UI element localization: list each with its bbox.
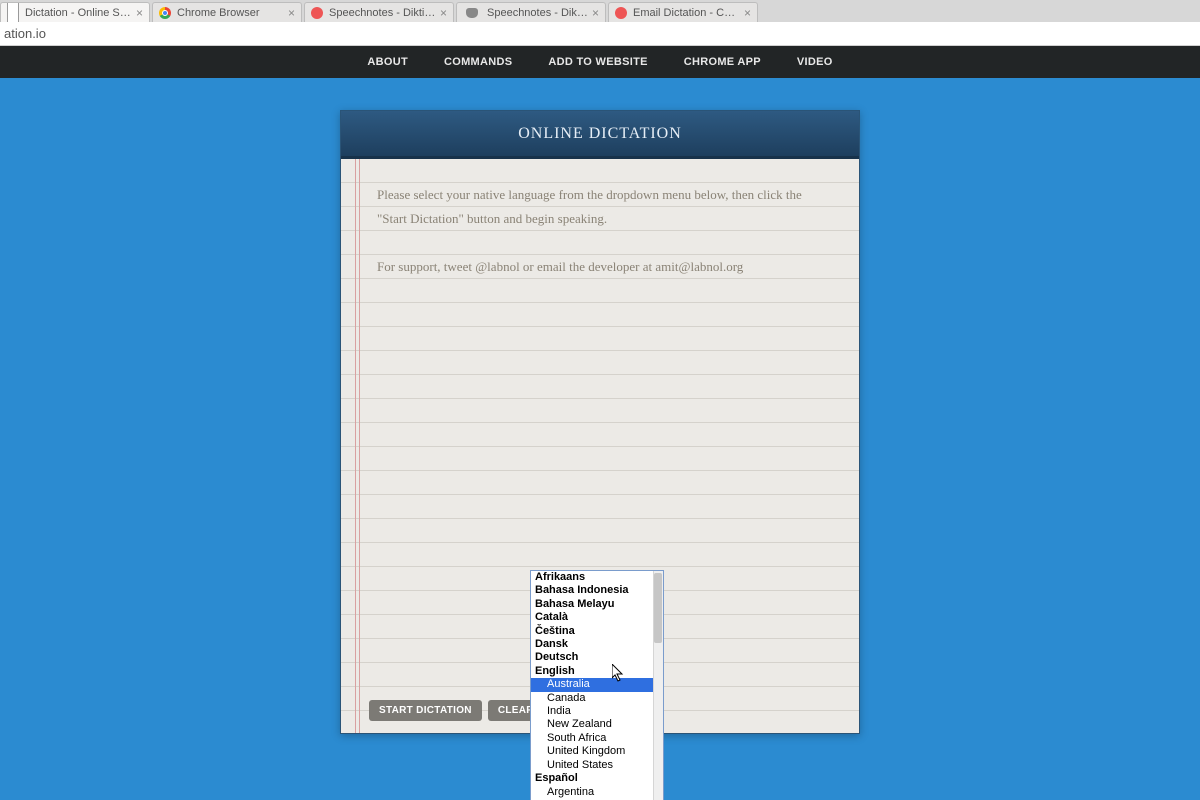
scrollbar-thumb[interactable] [654,573,662,643]
language-option[interactable]: New Zealand [531,718,653,731]
language-option-group[interactable]: Bahasa Melayu [531,598,653,611]
url-fragment: ation.io [4,26,46,41]
support-text: For support, tweet @labnol or email the … [377,255,831,279]
language-option-group[interactable]: Català [531,611,653,624]
listbox-scrollbar[interactable] [653,571,663,800]
language-option[interactable]: United Kingdom [531,745,653,758]
address-bar[interactable]: ation.io [0,22,1200,46]
browser-tab[interactable]: Email Dictation - Chrome× [608,2,758,22]
nav-link-chrome-app[interactable]: CHROME APP [684,56,761,68]
close-icon[interactable]: × [740,6,751,20]
instruction-text: Please select your native language from … [377,183,831,231]
tab-title: Speechnotes - Diktier-No [329,7,436,19]
card-title: ONLINE DICTATION [341,111,859,159]
language-option[interactable]: Australia [531,678,653,691]
nav-link-about[interactable]: ABOUT [367,56,408,68]
tab-title: Dictation - Online Speech [25,7,132,19]
close-icon[interactable]: × [588,6,599,20]
nav-link-add-to-website[interactable]: ADD TO WEBSITE [548,56,647,68]
language-option-group[interactable]: Español [531,772,653,785]
reddot-favicon-icon [311,7,323,19]
language-option[interactable]: India [531,705,653,718]
language-dropdown[interactable]: AfrikaansBahasa IndonesiaBahasa MelayuCa… [530,570,664,800]
browser-tab[interactable]: Speechnotes - Diktier-No× [456,2,606,22]
top-nav: ABOUT COMMANDS ADD TO WEBSITE CHROME APP VID… [0,46,1200,78]
reddot-favicon-icon [615,7,627,19]
language-listbox[interactable]: AfrikaansBahasa IndonesiaBahasa MelayuCa… [530,570,664,800]
language-option[interactable]: South Africa [531,732,653,745]
browser-tab[interactable]: Dictation - Online Speech× [0,2,150,22]
close-icon[interactable]: × [132,6,143,20]
language-option-group[interactable]: Bahasa Indonesia [531,584,653,597]
nav-link-video[interactable]: VIDEO [797,56,833,68]
language-option-group[interactable]: English [531,665,653,678]
close-icon[interactable]: × [436,6,447,20]
tab-title: Chrome Browser [177,7,284,19]
browser-tab[interactable]: Chrome Browser× [152,2,302,22]
page-favicon-icon [7,2,19,22]
language-option[interactable]: Argentina [531,786,653,799]
tab-title: Email Dictation - Chrome [633,7,740,19]
language-option-group[interactable]: Deutsch [531,651,653,664]
nav-link-commands[interactable]: COMMANDS [444,56,512,68]
page-body: ONLINE DICTATION Please select your nati… [0,78,1200,800]
close-icon[interactable]: × [284,6,295,20]
tab-title: Speechnotes - Diktier-No [487,7,588,19]
chrome-favicon-icon [159,7,171,19]
language-option-group[interactable]: Dansk [531,638,653,651]
browser-tab[interactable]: Speechnotes - Diktier-No× [304,2,454,22]
browser-tabstrip: Dictation - Online Speech×Chrome Browser… [0,0,1200,22]
mic-favicon-icon [466,8,478,18]
start-dictation-button[interactable]: START DICTATION [369,700,482,721]
language-option[interactable]: United States [531,759,653,772]
language-option-group[interactable]: Čeština [531,625,653,638]
language-option[interactable]: Canada [531,692,653,705]
language-option-group[interactable]: Afrikaans [531,571,653,584]
